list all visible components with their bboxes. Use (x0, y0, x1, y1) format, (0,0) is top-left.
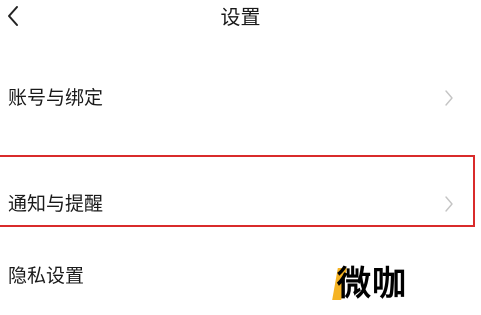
settings-item-label: 通知与提醒 (8, 193, 104, 215)
settings-item-notifications[interactable]: 通知与提醒 (0, 176, 481, 232)
settings-item-label: 账号与绑定 (8, 87, 104, 109)
settings-item-label: 隐私设置 (8, 265, 85, 287)
settings-item-account-binding[interactable]: 账号与绑定 (0, 70, 481, 126)
page-title: 设置 (220, 5, 261, 29)
watermark-logo: 微咖 (332, 262, 447, 308)
navigation-bar: 设置 (0, 0, 481, 44)
settings-screen: 设置 账号与绑定 通知与提醒 隐私设置 微咖 (0, 0, 481, 315)
watermark-text: 微咖 (337, 264, 407, 304)
chevron-right-icon (445, 196, 453, 212)
chevron-right-icon (445, 90, 453, 106)
